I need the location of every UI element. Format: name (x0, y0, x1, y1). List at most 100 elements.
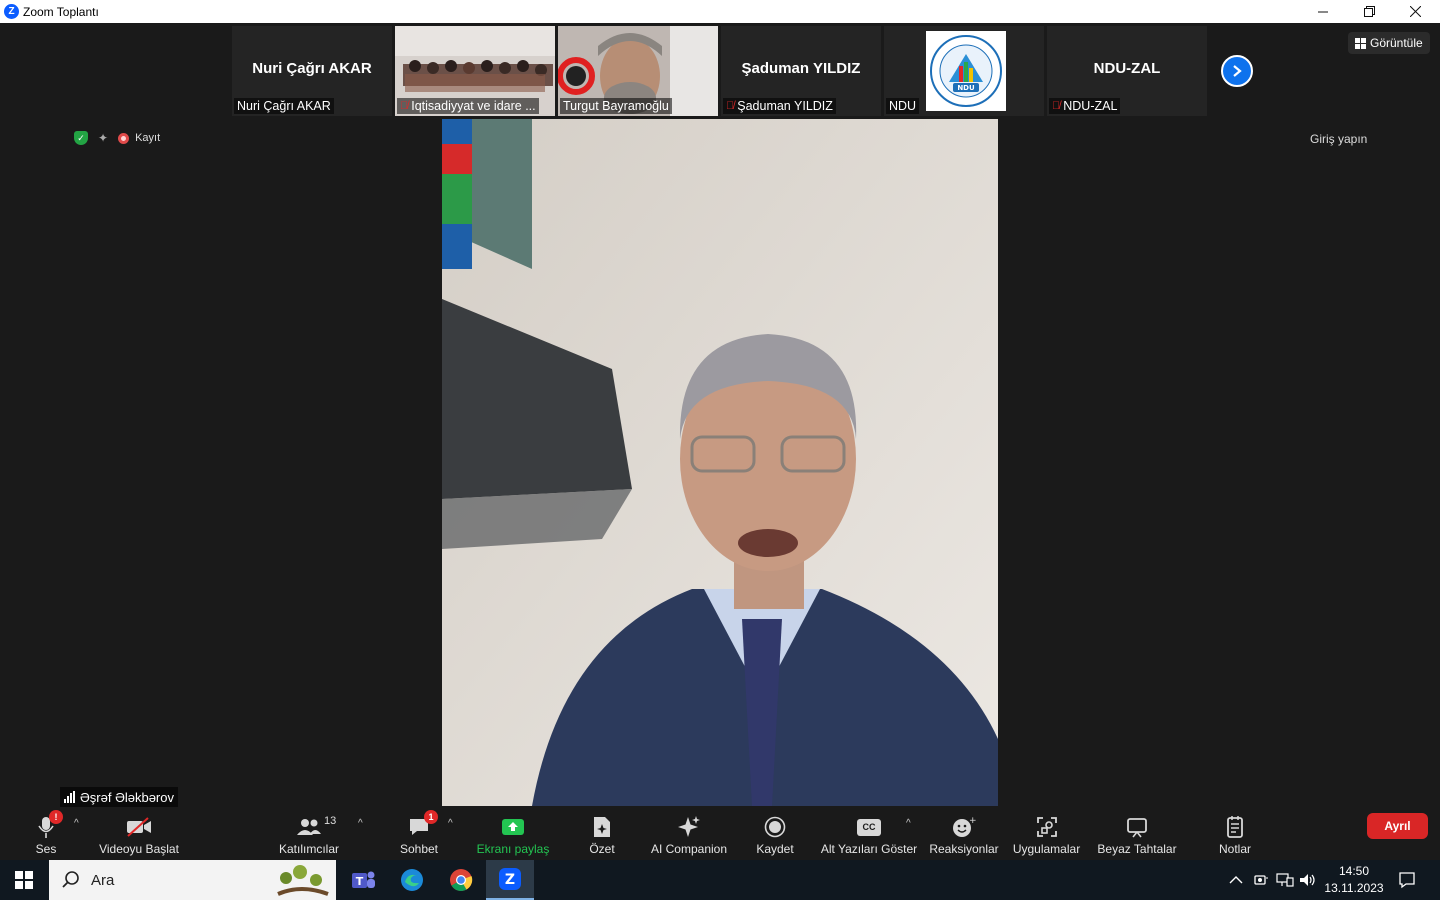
captions-options-caret-icon[interactable]: ^ (906, 818, 911, 829)
participant-label: Nuri Çağrı AKAR (234, 98, 334, 114)
participants-icon (297, 819, 321, 835)
taskbar-search[interactable]: Ara (49, 860, 336, 900)
chat-button[interactable]: 1 Sohbet (400, 810, 438, 856)
captions-button[interactable]: CC Alt Yazıları Göster (821, 812, 917, 856)
university-seal-icon: NDU (930, 35, 1002, 107)
notes-button[interactable]: Notlar (1218, 812, 1252, 856)
mic-muted-icon: 🎙̸ (1052, 100, 1061, 112)
participant-label: NDU (886, 98, 920, 114)
record-button[interactable]: Kaydet (756, 812, 794, 856)
login-button[interactable]: Giriş yapın (1302, 130, 1375, 148)
apps-icon (1036, 817, 1057, 837)
view-button[interactable]: Görüntüle (1348, 32, 1430, 54)
network-icon[interactable] (1276, 860, 1294, 900)
participant-label: Turgut Bayramoğlu (560, 98, 672, 114)
participant-tile[interactable]: NDU NDU (884, 26, 1044, 116)
participant-label: 🎙̸ Iqtisadiyyat ve idare ... (397, 98, 539, 114)
restore-button[interactable] (1346, 0, 1392, 23)
participant-strip: Nuri Çağrı AKAR Nuri Çağrı AKAR 🎙̸ Iqtisa… (232, 26, 1207, 116)
record-icon (764, 816, 786, 838)
windows-logo-icon (15, 871, 33, 889)
closed-captions-icon: CC (857, 818, 881, 836)
meeting-tray-icon[interactable] (1253, 860, 1269, 900)
svg-text:T: T (356, 875, 364, 888)
next-page-button[interactable] (1221, 55, 1253, 87)
meeting-status: ✓ ✦ Kayıt (74, 131, 160, 145)
video-off-icon (127, 817, 151, 837)
whiteboard-icon (1127, 818, 1147, 838)
chat-options-caret-icon[interactable]: ^ (448, 818, 453, 829)
close-button[interactable] (1392, 0, 1438, 23)
svg-text:+: + (969, 816, 976, 826)
participant-tile[interactable]: 🎙̸ Iqtisadiyyat ve idare ... (395, 26, 555, 116)
chat-unread-badge: 1 (424, 810, 438, 824)
apps-button[interactable]: Uygulamalar (1013, 812, 1080, 856)
summary-button[interactable]: Özet (588, 812, 616, 856)
chrome-taskbar-icon[interactable] (437, 860, 485, 900)
participant-tile[interactable]: Şaduman YILDIZ 🎙̸ Şaduman YILDIZ (721, 26, 881, 116)
clock-time: 14:50 (1338, 864, 1370, 878)
start-button[interactable] (0, 860, 48, 900)
participant-tile[interactable]: Nuri Çağrı AKAR Nuri Çağrı AKAR (232, 26, 392, 116)
search-highlight-illustration (277, 865, 329, 896)
ai-sparkle-icon (678, 816, 700, 837)
zoom-logo-icon: Z (4, 4, 19, 19)
summary-document-icon (594, 817, 610, 837)
alert-badge: ! (49, 810, 63, 824)
window-title: Zoom Toplantı (23, 4, 99, 19)
svg-text:Z: Z (505, 872, 515, 888)
zoom-taskbar-icon[interactable]: Z (486, 860, 534, 900)
clock-date: 13.11.2023 (1324, 881, 1384, 895)
participants-count: 13 (324, 815, 337, 827)
participant-tile[interactable]: NDU-ZAL 🎙̸ NDU-ZAL (1047, 26, 1207, 116)
audio-button[interactable]: ! Ses (30, 810, 63, 856)
ai-sparkle-icon[interactable]: ✦ (98, 131, 108, 145)
grid-view-icon (1355, 37, 1366, 49)
participant-tile[interactable]: Turgut Bayramoğlu (558, 26, 718, 116)
tray-overflow-icon[interactable] (1229, 860, 1243, 900)
participant-name: Şaduman YILDIZ (741, 60, 861, 77)
participants-button[interactable]: 13 Katılımcılar (279, 812, 339, 856)
svg-text:NDU: NDU (957, 84, 975, 92)
teams-taskbar-icon[interactable]: T (339, 860, 387, 900)
reactions-button[interactable]: + Reaksiyonlar (929, 812, 998, 856)
view-button-label: Görüntüle (1370, 36, 1423, 50)
notes-icon (1227, 816, 1243, 838)
recording-indicator[interactable]: Kayıt (118, 132, 160, 144)
signal-strength-icon (64, 791, 75, 803)
emoji-reaction-icon: + (953, 816, 976, 837)
search-placeholder: Ara (91, 871, 115, 889)
participants-options-caret-icon[interactable]: ^ (358, 818, 363, 829)
windows-taskbar: Ara T Z 14:50 13.11.2023 (0, 860, 1440, 900)
notifications-icon[interactable] (1398, 860, 1416, 900)
participant-name: NDU-ZAL (1093, 60, 1161, 77)
search-icon (62, 871, 79, 888)
whiteboard-button[interactable]: Beyaz Tahtalar (1097, 812, 1177, 856)
share-screen-icon (502, 819, 524, 835)
mic-muted-icon: 🎙̸ (726, 100, 735, 112)
participant-label: 🎙̸ NDU-ZAL (1049, 98, 1121, 114)
ndu-logo: NDU (926, 31, 1006, 111)
participant-name: Nuri Çağrı AKAR (252, 60, 372, 77)
participant-label: 🎙̸ Şaduman YILDIZ (723, 98, 836, 114)
meeting-toolbar: ! Ses ^ Videoyu Başlat 13 Katılımcılar ^… (0, 808, 1440, 860)
close-icon (1409, 6, 1421, 17)
active-speaker-name-tag: Əşrəf Ələkbərov (60, 787, 178, 807)
leave-button[interactable]: Ayrıl (1367, 813, 1428, 839)
audio-options-caret-icon[interactable]: ^ (74, 818, 79, 829)
start-video-button[interactable]: Videoyu Başlat (99, 812, 179, 856)
share-screen-button[interactable]: Ekranı paylaş (477, 812, 549, 856)
minimize-button[interactable] (1300, 0, 1346, 23)
speaker-video-frame (442, 119, 998, 806)
chevron-right-icon (1233, 65, 1242, 77)
taskbar-clock[interactable]: 14:50 13.11.2023 (1322, 863, 1386, 897)
mic-muted-icon: 🎙̸ (400, 100, 409, 112)
active-speaker-video (442, 119, 998, 806)
security-shield-icon[interactable]: ✓ (74, 131, 88, 145)
volume-icon[interactable] (1299, 860, 1317, 900)
edge-taskbar-icon[interactable] (388, 860, 436, 900)
ai-companion-button[interactable]: AI Companion (650, 812, 728, 856)
restore-icon (1363, 6, 1375, 17)
record-dot-icon (118, 132, 130, 144)
minimize-icon (1318, 11, 1328, 12)
